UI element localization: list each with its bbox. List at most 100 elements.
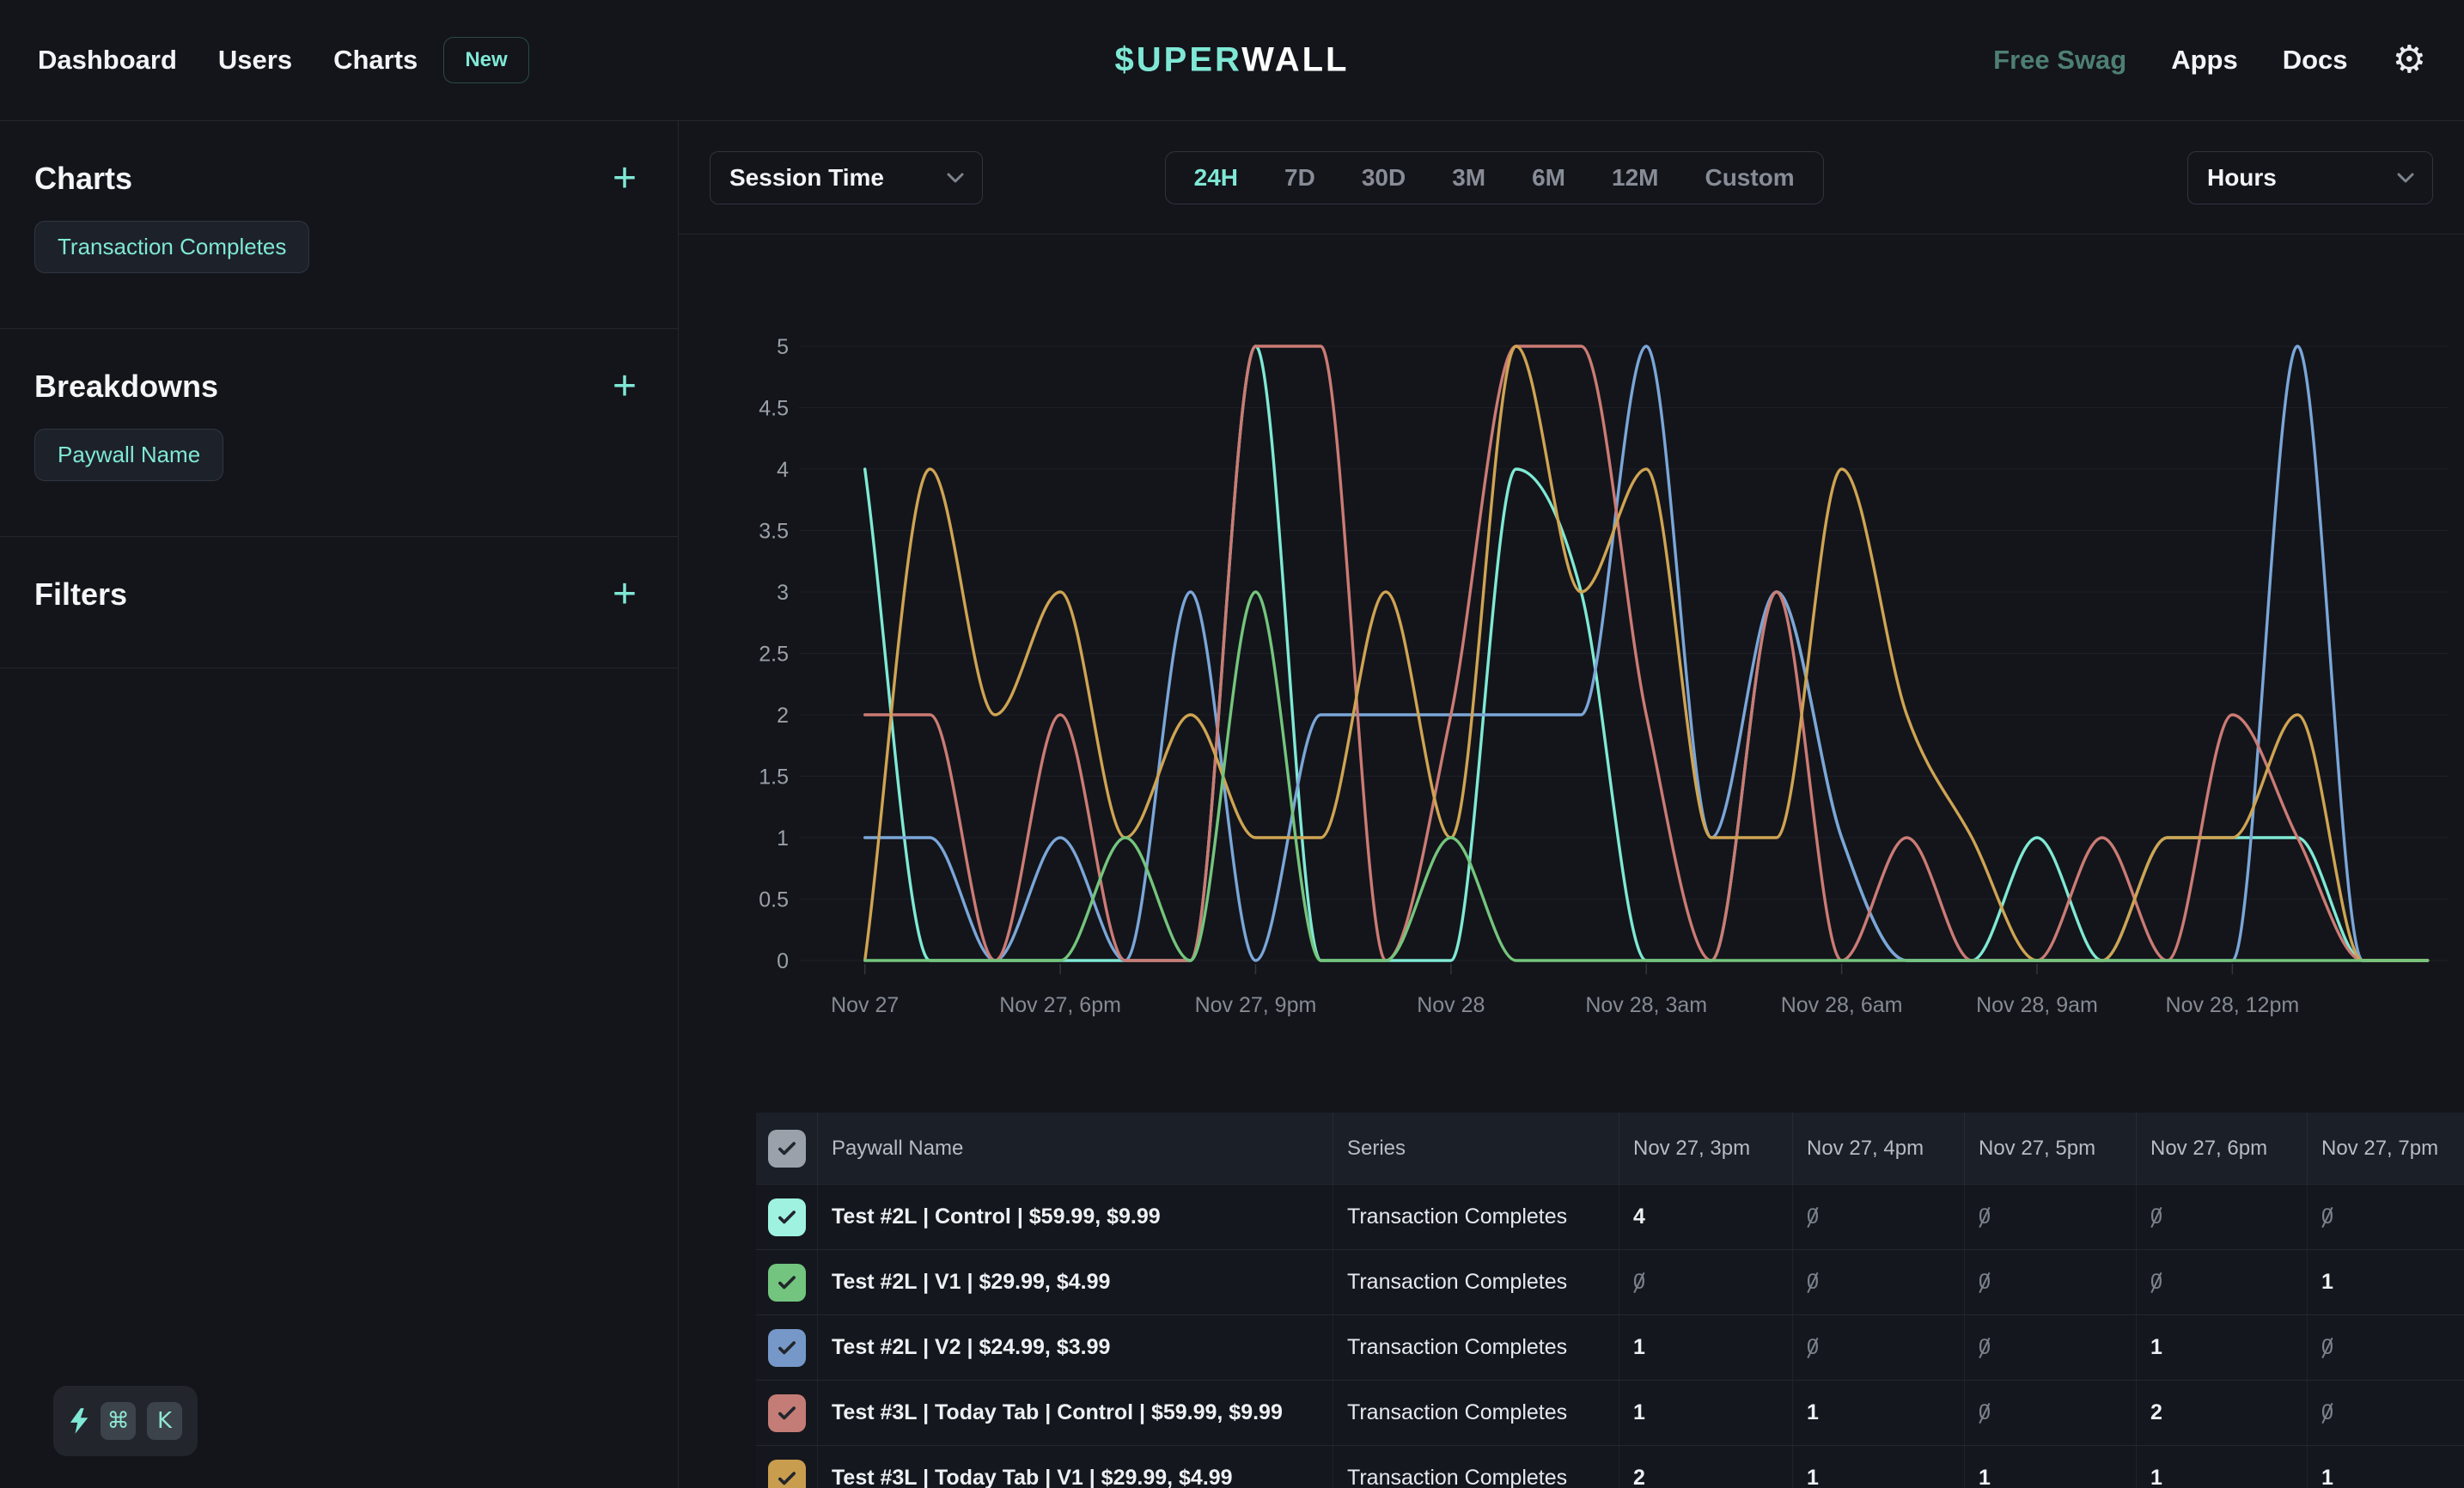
breakdowns-section-title: Breakdowns: [34, 369, 218, 405]
series-cell: Transaction Completes: [1333, 1315, 1619, 1380]
row-checkbox[interactable]: [768, 1460, 806, 1488]
paywall-name-cell: Test #2L | Control | $59.99, $9.99: [818, 1185, 1333, 1249]
x-axis-label: Nov 27: [831, 993, 899, 1017]
add-filter-button[interactable]: +: [606, 577, 643, 612]
paywall-name-cell: Test #2L | V1 | $29.99, $4.99: [818, 1250, 1333, 1314]
header-cell: Nov 27, 4pm: [1793, 1113, 1965, 1184]
row-checkbox[interactable]: [768, 1329, 806, 1367]
top-nav: Dashboard Users Charts New $UPERWALL Fre…: [0, 0, 2464, 121]
y-axis-label: 2: [777, 704, 789, 728]
breakdown-table: Paywall NameSeriesNov 27, 3pmNov 27, 4pm…: [756, 1113, 2464, 1488]
select-all-checkbox[interactable]: [768, 1130, 806, 1168]
table-row: Test #2L | V1 | $29.99, $4.99Transaction…: [756, 1249, 2464, 1314]
x-axis-label: Nov 27, 6pm: [999, 993, 1121, 1017]
header-cell: Nov 27, 7pm: [2308, 1113, 2464, 1184]
value-cell: 0: [1965, 1315, 2137, 1380]
table-row: Test #2L | Control | $59.99, $9.99Transa…: [756, 1184, 2464, 1249]
range-button-12m[interactable]: 12M: [1589, 152, 1681, 204]
row-checkbox-cell: [756, 1446, 818, 1488]
range-button-7d[interactable]: 7D: [1261, 152, 1339, 204]
charts-section-title: Charts: [34, 161, 132, 197]
value-cell: 1: [1793, 1381, 1965, 1445]
x-axis-label: Nov 27, 9pm: [1195, 993, 1317, 1017]
table-row: Test #3L | Today Tab | Control | $59.99,…: [756, 1380, 2464, 1445]
x-axis-label: Nov 28, 3am: [1585, 993, 1707, 1017]
y-axis-label: 0: [777, 949, 789, 973]
row-checkbox[interactable]: [768, 1264, 806, 1302]
table-row: Test #2L | V2 | $24.99, $3.99Transaction…: [756, 1314, 2464, 1380]
y-axis-label: 2.5: [759, 643, 789, 667]
check-icon: [776, 1206, 798, 1229]
metric-select[interactable]: Session Time: [710, 151, 983, 204]
k-keycap: K: [147, 1402, 182, 1440]
line-chart[interactable]: 00.511.522.533.544.55Nov 27Nov 27, 6pmNo…: [679, 235, 2464, 1065]
series-cell: Transaction Completes: [1333, 1250, 1619, 1314]
range-button-3m[interactable]: 3M: [1429, 152, 1509, 204]
nav-right-group: Free Swag Apps Docs ⚙: [1993, 41, 2426, 79]
range-button-custom[interactable]: Custom: [1681, 152, 1817, 204]
range-button-6m[interactable]: 6M: [1509, 152, 1589, 204]
y-axis-label: 4.5: [759, 397, 789, 421]
sidebar-section-breakdowns: Breakdowns + Paywall Name: [0, 329, 678, 537]
check-icon: [776, 1402, 798, 1424]
header-cell: Series: [1333, 1113, 1619, 1184]
chip-transaction-completes[interactable]: Transaction Completes: [34, 221, 309, 273]
value-cell: 1: [2308, 1446, 2464, 1488]
x-axis-label: Nov 28, 12pm: [2166, 993, 2300, 1017]
lightning-icon: [69, 1406, 89, 1436]
chip-paywall-name[interactable]: Paywall Name: [34, 429, 223, 481]
value-cell: 1: [1793, 1446, 1965, 1488]
nav-item-free-swag[interactable]: Free Swag: [1993, 45, 2126, 76]
range-button-24h[interactable]: 24H: [1171, 152, 1261, 204]
value-cell: 0: [1793, 1250, 1965, 1314]
main-content: Session Time 24H7D30D3M6M12MCustom Hours…: [679, 121, 2464, 1488]
settings-gear-icon[interactable]: ⚙: [2393, 41, 2426, 79]
chart-toolbar: Session Time 24H7D30D3M6M12MCustom Hours: [679, 121, 2464, 235]
add-breakdown-button[interactable]: +: [606, 369, 643, 404]
row-checkbox[interactable]: [768, 1394, 806, 1432]
nav-item-users[interactable]: Users: [218, 45, 292, 76]
y-axis-label: 3.5: [759, 520, 789, 544]
chevron-down-icon: [946, 172, 965, 184]
x-axis-label: Nov 28, 9am: [1976, 993, 2098, 1017]
value-cell: 4: [1619, 1185, 1793, 1249]
nav-item-docs[interactable]: Docs: [2283, 45, 2348, 76]
value-cell: 0: [2137, 1250, 2308, 1314]
value-cell: 0: [2308, 1185, 2464, 1249]
series-cell: Transaction Completes: [1333, 1185, 1619, 1249]
superwall-logo[interactable]: $UPERWALL: [1115, 41, 1350, 80]
value-cell: 1: [2137, 1446, 2308, 1488]
table-header-row: Paywall NameSeriesNov 27, 3pmNov 27, 4pm…: [756, 1113, 2464, 1184]
value-cell: 0: [1965, 1381, 2137, 1445]
nav-item-apps[interactable]: Apps: [2171, 45, 2238, 76]
header-cell: Nov 27, 6pm: [2137, 1113, 2308, 1184]
x-axis-label: Nov 28: [1417, 993, 1485, 1017]
cmd-keycap: ⌘: [101, 1402, 136, 1440]
unit-select[interactable]: Hours: [2187, 151, 2433, 204]
series-cell: Transaction Completes: [1333, 1381, 1619, 1445]
check-icon: [776, 1467, 798, 1488]
y-axis-label: 5: [777, 335, 789, 359]
logo-rest-text: WALL: [1241, 41, 1349, 79]
value-cell: 0: [1619, 1250, 1793, 1314]
nav-item-charts[interactable]: Charts: [333, 45, 418, 76]
y-axis-label: 4: [777, 458, 789, 482]
add-chart-button[interactable]: +: [606, 162, 643, 196]
value-cell: 0: [1793, 1315, 1965, 1380]
nav-item-dashboard[interactable]: Dashboard: [38, 45, 177, 76]
value-cell: 2: [2137, 1381, 2308, 1445]
y-axis-label: 0.5: [759, 888, 789, 912]
command-palette-shortcut[interactable]: ⌘ K: [53, 1386, 198, 1456]
table-row: Test #3L | Today Tab | V1 | $29.99, $4.9…: [756, 1445, 2464, 1488]
sidebar-section-filters: Filters +: [0, 537, 678, 668]
paywall-name-cell: Test #3L | Today Tab | V1 | $29.99, $4.9…: [818, 1446, 1333, 1488]
value-cell: 1: [2137, 1315, 2308, 1380]
range-button-30d[interactable]: 30D: [1339, 152, 1429, 204]
row-checkbox-cell: [756, 1315, 818, 1380]
time-range-group: 24H7D30D3M6M12MCustom: [1165, 151, 1824, 204]
row-checkbox[interactable]: [768, 1198, 806, 1236]
value-cell: 0: [2137, 1185, 2308, 1249]
sidebar-section-charts: Charts + Transaction Completes: [0, 121, 678, 329]
value-cell: 0: [2308, 1315, 2464, 1380]
value-cell: 0: [2308, 1381, 2464, 1445]
